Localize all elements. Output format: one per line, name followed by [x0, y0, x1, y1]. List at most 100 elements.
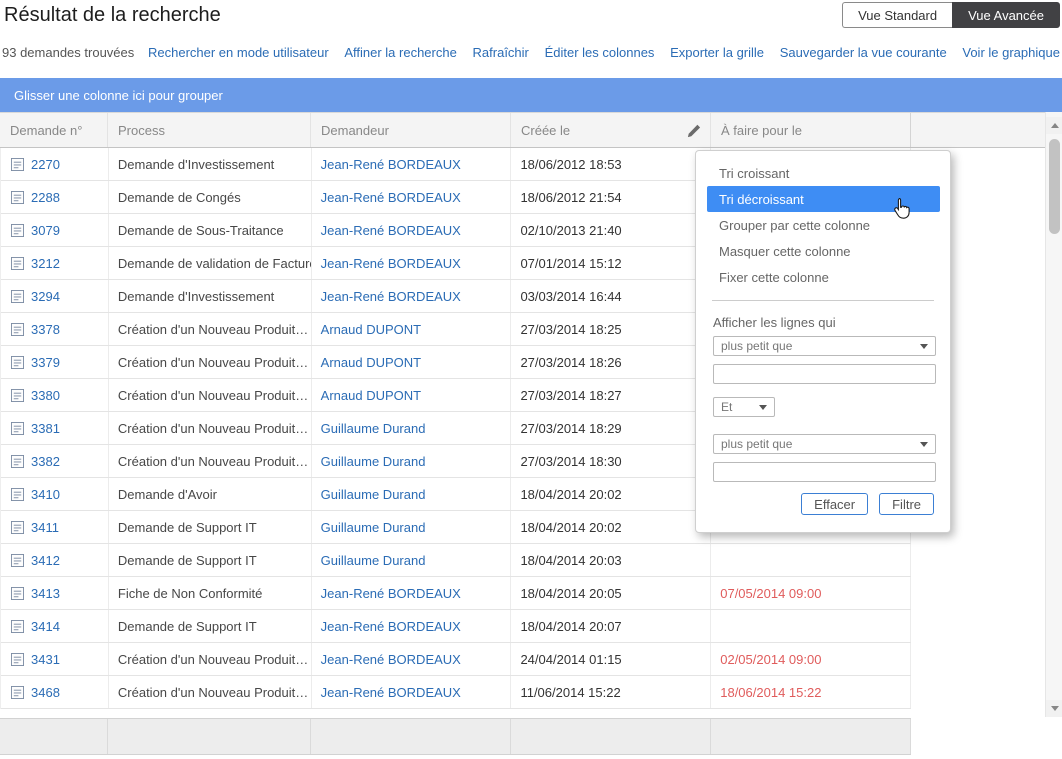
request-id-link[interactable]: 3381 [31, 421, 60, 436]
filter-value-1-input[interactable] [713, 364, 936, 384]
request-id-cell: 3468 [1, 676, 109, 708]
column-header-a-faire-pour-le[interactable]: À faire pour le [711, 113, 911, 147]
request-id-link[interactable]: 3468 [31, 685, 60, 700]
document-icon[interactable] [11, 158, 24, 171]
demandeur-cell: Guillaume Durand [312, 445, 512, 477]
demandeur-link[interactable]: Jean-René BORDEAUX [321, 256, 461, 271]
toolbar: 93 demandes trouvées Rechercher en mode … [0, 40, 1062, 64]
context-menu-item[interactable]: Masquer cette colonne [707, 238, 940, 264]
context-menu-item[interactable]: Fixer cette colonne [707, 264, 940, 290]
table-row[interactable]: 3431 Création d'un Nouveau Produit… Jean… [1, 643, 911, 676]
demandeur-link[interactable]: Guillaume Durand [321, 421, 426, 436]
scroll-down-button[interactable] [1046, 700, 1062, 717]
document-icon[interactable] [11, 455, 24, 468]
request-id-link[interactable]: 3412 [31, 553, 60, 568]
demandeur-cell: Jean-René BORDEAUX [312, 214, 512, 246]
document-icon[interactable] [11, 389, 24, 402]
document-icon[interactable] [11, 224, 24, 237]
document-icon[interactable] [11, 191, 24, 204]
request-id-link[interactable]: 3212 [31, 256, 60, 271]
apply-filter-button[interactable]: Filtre [879, 493, 934, 515]
filter-conjunction-select[interactable]: Et [713, 397, 775, 417]
demandeur-link[interactable]: Arnaud DUPONT [321, 355, 421, 370]
arrow-up-icon [1051, 123, 1059, 128]
toolbar-link[interactable]: Exporter la grille [670, 45, 764, 60]
document-icon[interactable] [11, 554, 24, 567]
context-menu-item[interactable]: Tri croissant [707, 160, 940, 186]
process-cell: Demande de Support IT [109, 511, 312, 543]
demandeur-link[interactable]: Guillaume Durand [321, 520, 426, 535]
document-icon[interactable] [11, 323, 24, 336]
due-date-cell: 02/05/2014 09:00 [711, 643, 911, 675]
document-icon[interactable] [11, 521, 24, 534]
document-icon[interactable] [11, 686, 24, 699]
document-icon[interactable] [11, 422, 24, 435]
process-cell: Création d'un Nouveau Produit… [109, 346, 312, 378]
demandeur-link[interactable]: Guillaume Durand [321, 553, 426, 568]
table-row[interactable]: 3412 Demande de Support IT Guillaume Dur… [1, 544, 911, 577]
request-id-link[interactable]: 3411 [31, 520, 59, 535]
filter-value-2-input[interactable] [713, 462, 936, 482]
demandeur-cell: Jean-René BORDEAUX [312, 181, 512, 213]
toolbar-link[interactable]: Voir le graphique [962, 45, 1060, 60]
document-icon[interactable] [11, 257, 24, 270]
chevron-down-icon [920, 442, 928, 447]
request-id-link[interactable]: 3380 [31, 388, 60, 403]
scroll-up-button[interactable] [1046, 117, 1062, 134]
request-id-link[interactable]: 3379 [31, 355, 60, 370]
demandeur-link[interactable]: Jean-René BORDEAUX [321, 223, 461, 238]
demandeur-link[interactable]: Jean-René BORDEAUX [321, 586, 461, 601]
request-id-link[interactable]: 2288 [31, 190, 60, 205]
vertical-scrollbar[interactable] [1045, 112, 1062, 717]
demandeur-link[interactable]: Jean-René BORDEAUX [321, 619, 461, 634]
request-id-link[interactable]: 3294 [31, 289, 60, 304]
request-id-link[interactable]: 3378 [31, 322, 60, 337]
grid-footer-row [0, 718, 911, 755]
toolbar-link[interactable]: Sauvegarder la vue courante [780, 45, 947, 60]
edit-column-icon[interactable] [686, 123, 702, 139]
created-date-cell: 27/03/2014 18:29 [511, 412, 711, 444]
document-icon[interactable] [11, 488, 24, 501]
request-id-link[interactable]: 2270 [31, 157, 60, 172]
column-header-demandeur[interactable]: Demandeur [311, 113, 511, 147]
toolbar-link[interactable]: Rafraîchir [473, 45, 529, 60]
clear-filter-button[interactable]: Effacer [801, 493, 868, 515]
view-advanced-button[interactable]: Vue Avancée [952, 2, 1060, 28]
table-row[interactable]: 3413 Fiche de Non Conformité Jean-René B… [1, 577, 911, 610]
table-row[interactable]: 3468 Création d'un Nouveau Produit… Jean… [1, 676, 911, 709]
document-icon[interactable] [11, 587, 24, 600]
view-standard-button[interactable]: Vue Standard [842, 2, 952, 28]
group-drop-zone[interactable]: Glisser une colonne ici pour grouper [0, 78, 1062, 112]
document-icon[interactable] [11, 356, 24, 369]
demandeur-link[interactable]: Jean-René BORDEAUX [321, 157, 461, 172]
scrollbar-thumb[interactable] [1049, 139, 1060, 234]
demandeur-link[interactable]: Guillaume Durand [321, 454, 426, 469]
request-id-cell: 2270 [1, 148, 109, 180]
demandeur-link[interactable]: Jean-René BORDEAUX [321, 685, 461, 700]
filter-operator-1-select[interactable]: plus petit que [713, 336, 936, 356]
request-id-link[interactable]: 3414 [31, 619, 60, 634]
request-id-link[interactable]: 3413 [31, 586, 60, 601]
demandeur-link[interactable]: Jean-René BORDEAUX [321, 289, 461, 304]
request-id-link[interactable]: 3410 [31, 487, 60, 502]
demandeur-link[interactable]: Arnaud DUPONT [321, 388, 421, 403]
demandeur-link[interactable]: Arnaud DUPONT [321, 322, 421, 337]
document-icon[interactable] [11, 290, 24, 303]
filter-operator-2-select[interactable]: plus petit que [713, 434, 936, 454]
demandeur-link[interactable]: Jean-René BORDEAUX [321, 190, 461, 205]
column-header-creee-le[interactable]: Créée le [511, 113, 711, 147]
request-id-link[interactable]: 3431 [31, 652, 60, 667]
demandeur-link[interactable]: Guillaume Durand [321, 487, 426, 502]
toolbar-link[interactable]: Éditer les colonnes [545, 45, 655, 60]
column-header-demande[interactable]: Demande n° [0, 113, 108, 147]
column-header-process[interactable]: Process [108, 113, 311, 147]
request-id-link[interactable]: 3382 [31, 454, 60, 469]
toolbar-link[interactable]: Affiner la recherche [344, 45, 457, 60]
toolbar-link[interactable]: Rechercher en mode utilisateur [148, 45, 329, 60]
document-icon[interactable] [11, 620, 24, 633]
request-id-cell: 3382 [1, 445, 109, 477]
document-icon[interactable] [11, 653, 24, 666]
table-row[interactable]: 3414 Demande de Support IT Jean-René BOR… [1, 610, 911, 643]
request-id-link[interactable]: 3079 [31, 223, 60, 238]
demandeur-link[interactable]: Jean-René BORDEAUX [321, 652, 461, 667]
